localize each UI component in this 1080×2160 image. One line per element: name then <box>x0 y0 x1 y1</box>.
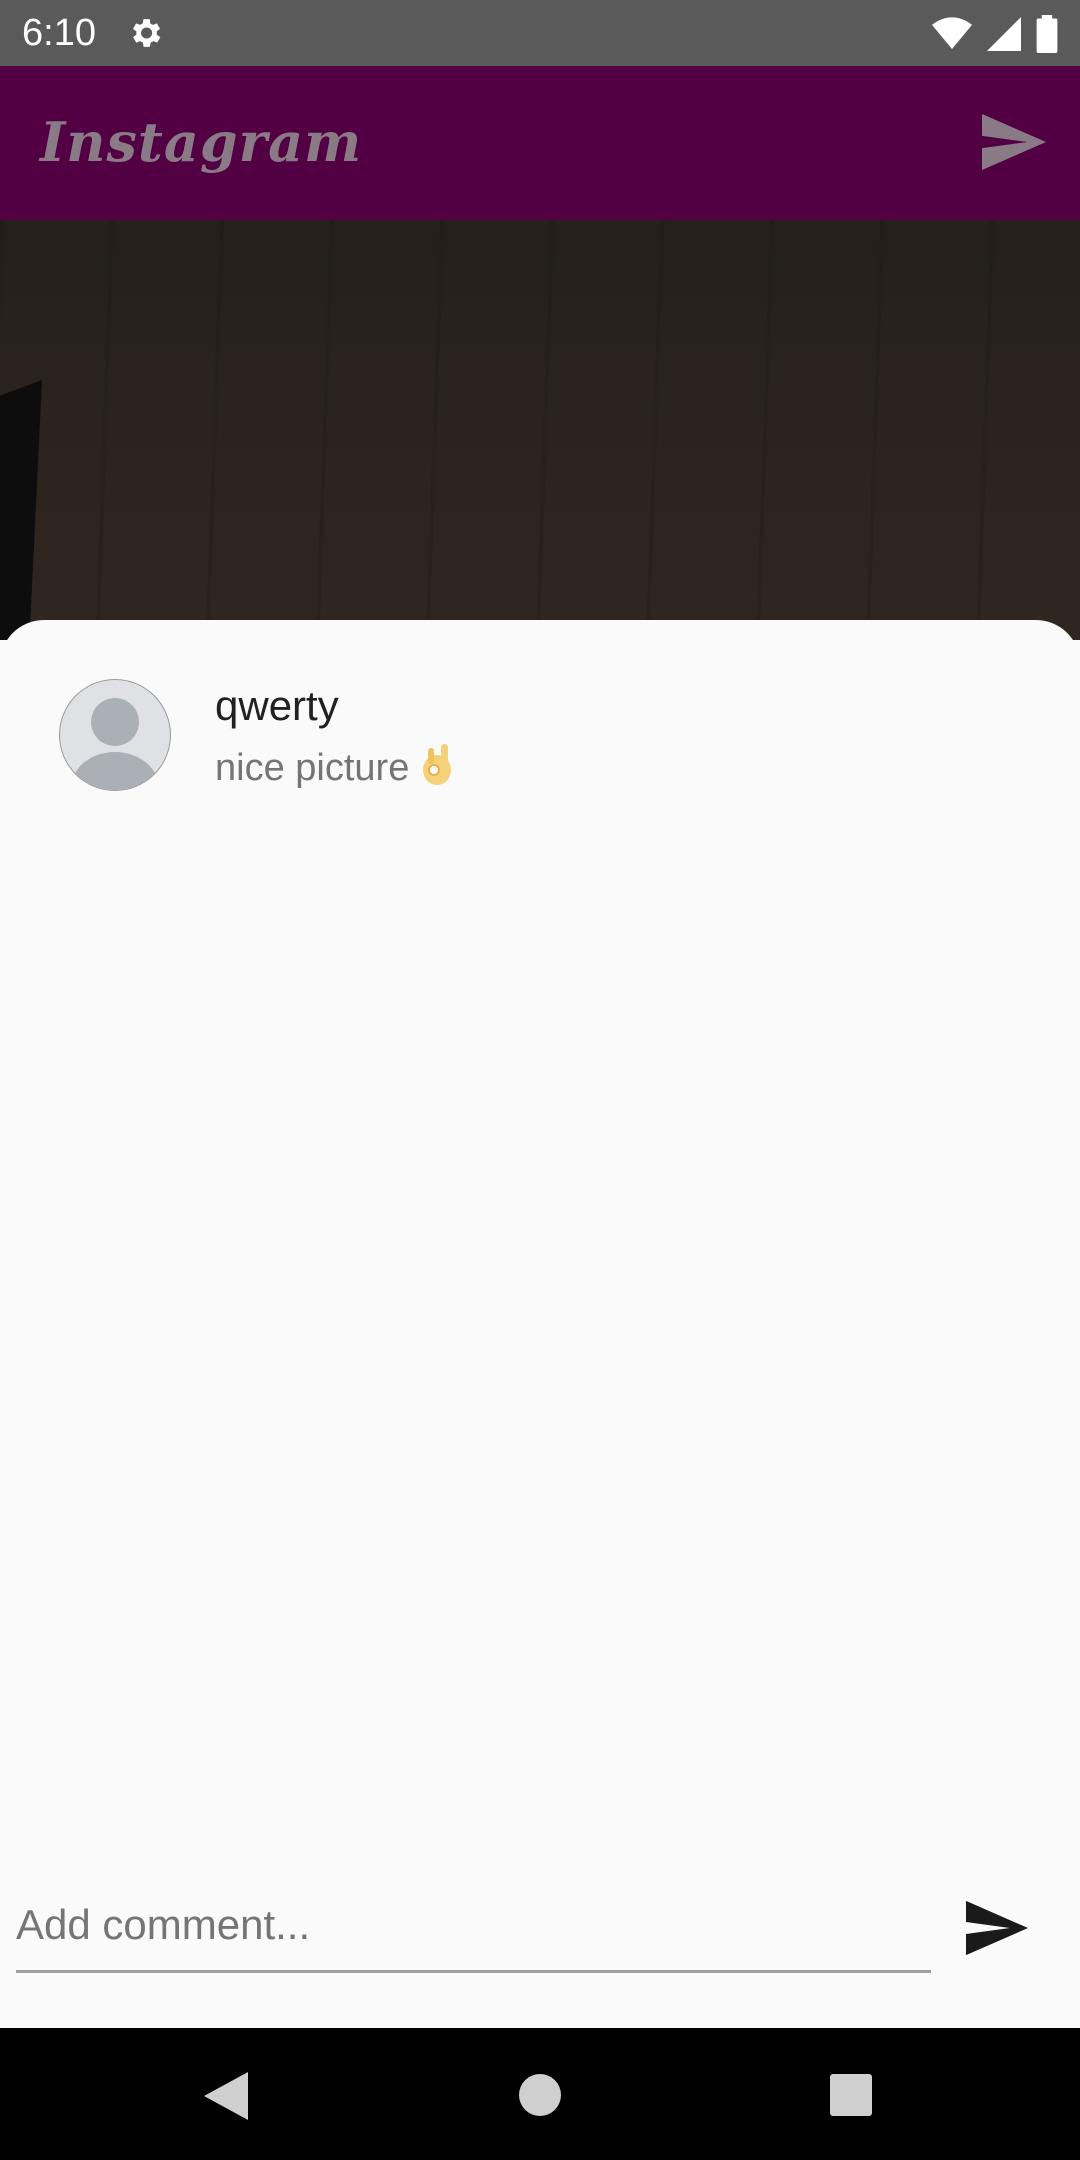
back-icon[interactable] <box>204 2072 248 2120</box>
comment-text: nice picture <box>215 747 410 789</box>
status-time: 6:10 <box>22 12 96 54</box>
cellular-signal-icon <box>987 17 1021 51</box>
send-comment-icon[interactable] <box>966 1900 1028 1956</box>
recents-icon[interactable] <box>830 2074 872 2116</box>
wifi-icon <box>932 17 972 49</box>
navigation-bar <box>0 2028 1080 2160</box>
avatar-silhouette <box>71 698 159 790</box>
comment-input[interactable] <box>16 1890 931 1960</box>
app-bar: Instagram <box>0 66 1080 220</box>
home-icon[interactable] <box>519 2074 561 2116</box>
app-title: Instagram <box>40 110 363 174</box>
status-bar: 6:10 <box>0 0 1080 66</box>
comment-text-line: nice picture <box>215 742 455 790</box>
status-icons <box>932 14 1058 54</box>
comments-bottom-sheet: qwerty nice picture <box>0 620 1080 2028</box>
battery-icon <box>1036 15 1058 53</box>
comment-item: qwerty nice picture <box>60 680 1020 800</box>
send-icon[interactable] <box>982 114 1046 170</box>
default-avatar-icon[interactable] <box>60 680 170 790</box>
post-image-background <box>0 220 1080 640</box>
ok-hand-emoji-icon <box>423 744 452 785</box>
comment-input-wrapper <box>16 1890 931 1973</box>
settings-icon <box>132 19 161 47</box>
comment-username: qwerty <box>215 682 339 729</box>
